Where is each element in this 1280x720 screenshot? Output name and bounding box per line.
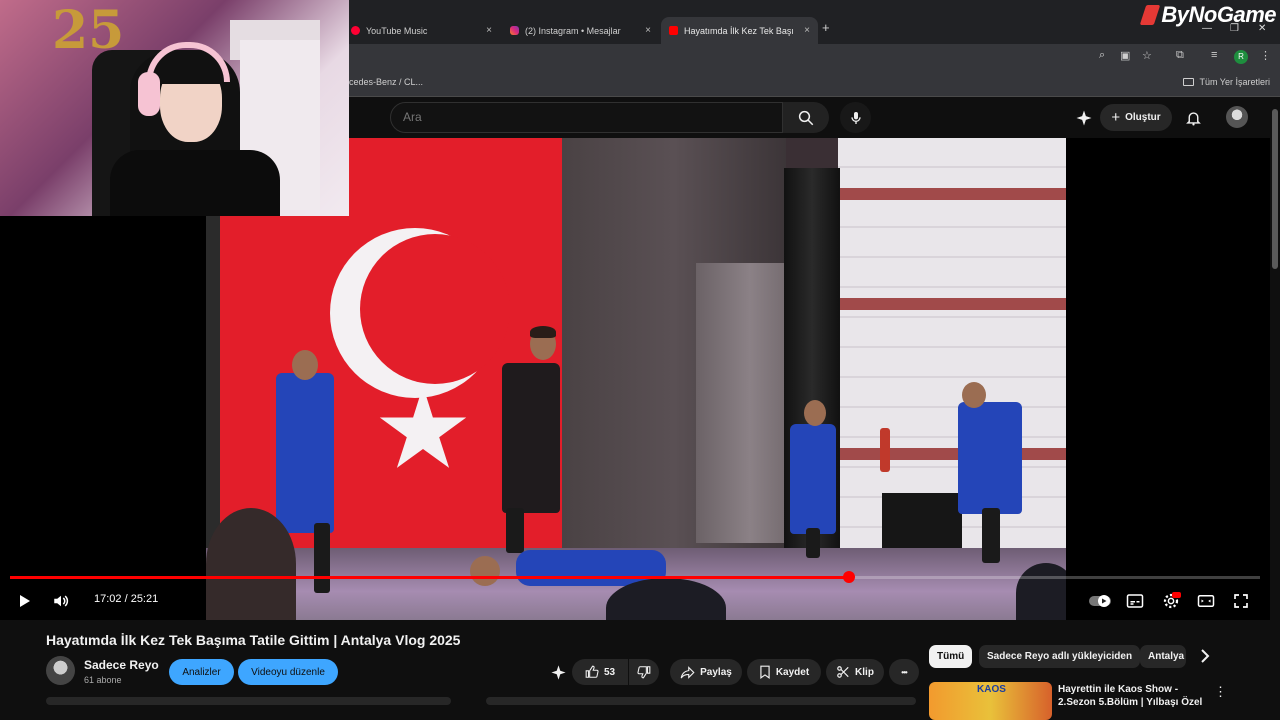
chip-all[interactable]: Tümü bbox=[929, 645, 973, 668]
chip-from-uploader[interactable]: Sadece Reyo adlı yükleyiciden bbox=[979, 645, 1141, 668]
thumbs-up-icon bbox=[585, 665, 599, 678]
youtube-icon bbox=[669, 26, 678, 35]
tab-instagram[interactable]: (2) Instagram • Mesajlar × bbox=[502, 17, 659, 44]
close-icon[interactable]: × bbox=[645, 25, 651, 36]
edit-video-button[interactable]: Videoyu düzenle bbox=[238, 659, 338, 685]
save-button[interactable]: Kaydet bbox=[747, 659, 821, 685]
subtitles-icon bbox=[1126, 594, 1144, 608]
autoplay-toggle[interactable] bbox=[1088, 591, 1112, 611]
tab-youtube-music[interactable]: YouTube Music × bbox=[343, 17, 500, 44]
fullscreen-icon bbox=[1234, 594, 1248, 608]
theater-icon bbox=[1197, 595, 1215, 607]
fullscreen-button[interactable] bbox=[1231, 591, 1251, 611]
recommended-title[interactable]: Hayrettin ile Kaos Show - 2.Sezon 5.Bölü… bbox=[1058, 683, 1203, 713]
video-title: Hayatımda İlk Kez Tek Başıma Tatile Gitt… bbox=[46, 632, 461, 648]
tab-label: Hayatımda İlk Kez Tek Başıma T bbox=[684, 25, 794, 36]
chip-antalya[interactable]: Antalya bbox=[1140, 645, 1186, 668]
progress-bar[interactable] bbox=[10, 571, 1260, 583]
scissors-icon bbox=[837, 666, 849, 678]
browser-profile-avatar[interactable]: R bbox=[1234, 50, 1248, 64]
bookmark-star-icon[interactable]: ☆ bbox=[1142, 49, 1152, 62]
create-button[interactable]: + Oluştur bbox=[1100, 104, 1172, 131]
search-button[interactable] bbox=[783, 102, 829, 133]
hd-badge bbox=[1172, 592, 1181, 598]
sparkle-icon[interactable] bbox=[1075, 109, 1093, 132]
like-count: 53 bbox=[603, 666, 616, 678]
chevron-right-icon[interactable] bbox=[1198, 648, 1212, 669]
youtube-music-icon bbox=[351, 26, 360, 35]
subscriber-count: 61 abone bbox=[84, 675, 122, 685]
search-box[interactable] bbox=[390, 102, 783, 133]
zoom-icon[interactable]: ⌕ bbox=[1099, 49, 1105, 62]
search-icon bbox=[798, 110, 814, 125]
sparkle-icon[interactable] bbox=[550, 664, 567, 686]
browser-menu-icon[interactable]: ⋮ bbox=[1260, 49, 1271, 62]
comment-box[interactable] bbox=[486, 697, 916, 705]
clip-button[interactable]: Klip bbox=[826, 659, 884, 685]
play-button[interactable] bbox=[14, 591, 34, 611]
time-display: 17:02 / 25:21 bbox=[94, 593, 159, 605]
bookmark-icon bbox=[760, 665, 770, 679]
subtitles-button[interactable] bbox=[1125, 591, 1145, 611]
theater-mode-button[interactable] bbox=[1196, 591, 1216, 611]
page-scrollbar[interactable] bbox=[1270, 97, 1280, 720]
dislike-button[interactable] bbox=[629, 659, 659, 685]
scrollbar-thumb[interactable] bbox=[1272, 109, 1278, 269]
share-icon bbox=[680, 665, 695, 679]
omnibox[interactable] bbox=[340, 47, 1160, 69]
like-button[interactable]: 53 bbox=[572, 659, 628, 685]
play-icon bbox=[20, 595, 30, 607]
share-button[interactable]: Paylaş bbox=[670, 659, 742, 685]
search-input[interactable] bbox=[403, 110, 782, 124]
youtube-avatar[interactable] bbox=[1226, 106, 1248, 128]
voice-search-button[interactable] bbox=[840, 102, 871, 133]
analytics-button[interactable]: Analizler bbox=[169, 659, 234, 685]
more-vert-icon[interactable]: ⋮ bbox=[1214, 684, 1227, 700]
volume-button[interactable] bbox=[50, 591, 72, 611]
tab-label: (2) Instagram • Mesajlar bbox=[525, 25, 621, 36]
channel-name[interactable]: Sadece Reyo bbox=[84, 658, 159, 672]
close-icon[interactable]: × bbox=[486, 25, 492, 36]
folder-icon bbox=[1183, 78, 1195, 86]
webcam-overlay: 25 bbox=[0, 0, 349, 216]
channel-avatar[interactable] bbox=[46, 656, 75, 685]
close-icon[interactable]: × bbox=[804, 25, 810, 36]
settings-button[interactable] bbox=[1160, 591, 1182, 611]
description-box[interactable] bbox=[46, 697, 451, 705]
progress-scrubber[interactable] bbox=[842, 571, 855, 583]
autoplay-icon bbox=[1089, 595, 1111, 607]
bookmark-item[interactable]: cedes-Benz / CL... bbox=[349, 77, 423, 87]
new-tab-button[interactable]: + bbox=[822, 20, 830, 35]
bynogame-watermark: ByNoGame bbox=[1140, 2, 1276, 28]
extensions-icon[interactable]: ⧉ bbox=[1176, 49, 1184, 62]
microphone-icon bbox=[850, 111, 861, 124]
headset bbox=[138, 72, 160, 116]
tab-label: YouTube Music bbox=[366, 25, 428, 36]
plus-icon: + bbox=[1111, 109, 1121, 126]
all-bookmarks-folder[interactable]: Tüm Yer İşaretleri bbox=[1183, 77, 1270, 87]
cast-icon[interactable]: ▣ bbox=[1120, 49, 1130, 62]
thumbnail-text: KAOS bbox=[977, 684, 1006, 695]
recommended-thumbnail[interactable]: KAOS bbox=[929, 682, 1052, 720]
screen: YouTube Music × (2) Instagram • Mesajlar… bbox=[0, 0, 1280, 720]
tab-youtube-video[interactable]: Hayatımda İlk Kez Tek Başıma T × bbox=[661, 17, 818, 44]
progress-fill bbox=[10, 576, 849, 579]
instagram-icon bbox=[510, 26, 519, 35]
volume-icon bbox=[54, 595, 69, 607]
notifications-bell-icon[interactable] bbox=[1185, 109, 1202, 132]
more-actions-button[interactable]: ••• bbox=[889, 659, 919, 685]
media-controls-icon[interactable]: ≡ bbox=[1211, 49, 1217, 61]
thumbs-down-icon bbox=[637, 666, 651, 679]
